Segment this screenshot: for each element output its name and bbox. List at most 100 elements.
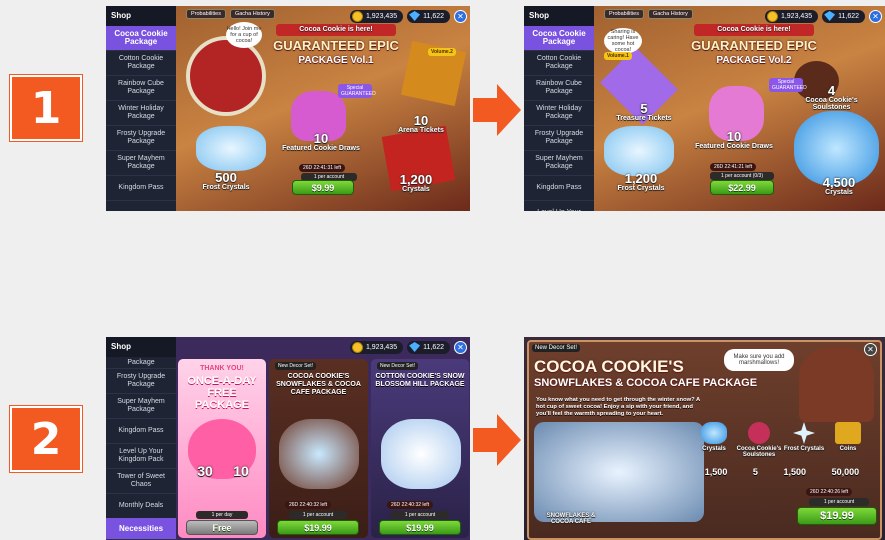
crystal-icon [409,11,421,21]
sidebar-item-package[interactable]: Package [106,357,176,369]
free-purchase-limit: 1 per day [196,511,248,519]
close-icon[interactable]: ✕ [454,340,467,354]
close-icon[interactable]: ✕ [869,9,882,23]
package-subtitle: PACKAGE Vol.1 [298,55,374,66]
coin-counter: 1,923,435 [349,9,404,23]
free-package-card[interactable]: THANK YOU! ONCE-A-DAY FREE PACKAGE 30 10… [178,359,266,538]
crystal-icon [409,342,421,352]
sidebar-item-rainbow-cube-package[interactable]: Rainbow Cube Package [524,76,594,101]
snowflake-icon [793,422,815,444]
sidebar-item-super-mayhem-package[interactable]: Super Mayhem Package [106,394,176,419]
probabilities-tab[interactable]: Probabilities [186,9,226,19]
volume-switch-button[interactable]: Volume.2 [428,48,456,56]
reward-cookie-draws: 10 Featured Cookie Draws [695,129,773,150]
rewards-row: Crystals Cocoa Cookie's Soulstones Frost… [692,422,870,472]
sidebar-item-frosty-upgrade-package[interactable]: Frosty Upgrade Package [524,126,594,151]
gacha-history-tab[interactable]: Gacha History [647,9,693,19]
free-package-title: ONCE-A-DAY FREE PACKAGE [187,375,257,411]
buy-button[interactable]: $22.99 [710,180,774,195]
reward-crystals: 1,200 Crystals [399,172,433,193]
step-number-2: 2 [10,406,82,472]
crystal-amount: 11,622 [423,12,444,20]
promo-ribbon: Cocoa Cookie is here! [276,24,396,36]
speech-bubble: Sharing is caring! Have some hot cocoa! [604,28,642,54]
close-icon[interactable]: ✕ [864,343,877,356]
popup-description: You know what you need to get through th… [536,397,701,417]
buy-button[interactable]: $9.99 [292,180,354,195]
reward-cookie-draws: 10 Featured Cookie Draws [282,131,360,152]
timer-badge: 26D 22:40:32 left [285,501,332,509]
reward-frost-crystals: Frost Crystals [782,422,826,452]
sidebar-item-rainbow-cube-package[interactable]: Rainbow Cube Package [106,76,176,101]
sidebar-item-cocoa-cookie-package[interactable]: Cocoa Cookie Package [524,26,594,51]
buy-button[interactable]: $19.99 [379,520,461,535]
currency-bar: 1,923,435 11,622 ✕ [764,9,882,23]
frost-crystals-art [604,126,674,176]
sidebar-item-winter-holiday-package[interactable]: Winter Holiday Package [106,101,176,126]
sidebar-item-kingdom-pass[interactable]: Kingdom Pass [106,419,176,444]
crystal-counter: 11,622 [822,9,865,23]
purchase-limit: 1 per account [289,511,347,519]
sidebar-item-super-mayhem-package[interactable]: Super Mayhem Package [106,151,176,176]
coins-value: 50,000 [831,467,860,477]
reward-crystals: Crystals [692,422,736,452]
reward-treasure-tickets: 5 Treasure Tickets [616,101,672,122]
timer-badge: 26D 22:40:26 left [806,488,853,496]
sidebar-item-super-mayhem-package[interactable]: Super Mayhem Package [524,151,594,176]
new-decor-badge: New Decor Set! [377,362,419,370]
sidebar-item-kingdom-pass[interactable]: Kingdom Pass [106,176,176,201]
popup-subtitle: SNOWFLAKES & COCOA CAFE PACKAGE [534,377,758,389]
probabilities-tab[interactable]: Probabilities [604,9,644,19]
buy-button[interactable]: $19.99 [797,507,877,525]
crystal-counter: 11,622 [407,9,450,23]
reward-soulstones: 4 Cocoa Cookie's Soulstones [805,83,858,111]
coin-icon [766,10,778,22]
sidebar-item-necessities[interactable]: Necessities [106,518,176,540]
coin-icon [351,10,363,22]
sidebar-item-tower-of-sweet-chaos[interactable]: Tower of Sweet Chaos [106,469,176,494]
reward-crystals: 4,500 Crystals [822,175,856,196]
cotton-decor-card[interactable]: New Decor Set! COTTON COOKIE'S SNOW BLOS… [371,359,469,538]
sidebar-item-level-up-kingdom-pack[interactable]: Level Up Your Kingdom Pack [106,444,176,469]
crystal-icon [824,11,836,21]
new-decor-badge: New Decor Set! [532,344,581,352]
purchase-limit: 1 per account [809,498,869,506]
shop-sidebar: Shop Cocoa Cookie Package Cotton Cookie … [524,6,594,211]
crystals-icon [701,422,727,444]
coin-amount: 1,923,435 [365,343,398,351]
speech-bubble: Hello! Join me for a cup of cocoa! [226,22,262,48]
sidebar-item-winter-holiday-package[interactable]: Winter Holiday Package [524,101,594,126]
sidebar-item-monthly-deals[interactable]: Monthly Deals [106,494,176,519]
reward-values: 1,500 5 1,500 50,000 [692,467,872,479]
volume-switch-button[interactable]: Volume.1 [604,52,632,60]
sidebar-item-frosty-upgrade-package[interactable]: Frosty Upgrade Package [106,369,176,394]
currency-bar: 1,923,435 11,622 ✕ [349,9,467,23]
shop-tabs: Probabilities Gacha History [604,9,693,19]
crystal-amount: 11,622 [838,12,859,20]
buy-button[interactable]: $19.99 [277,520,359,535]
cocoa-cookie-art [799,347,874,422]
cocoa-decor-card[interactable]: New Decor Set! COCOA COOKIE'S SNOWFLAKES… [269,359,368,538]
gacha-history-tab[interactable]: Gacha History [229,9,275,19]
free-clovers-amount: 10 [233,463,249,479]
reward-soulstones: Cocoa Cookie's Soulstones [736,422,782,458]
free-claim-button[interactable]: Free [186,520,258,535]
soulstone-icon [748,422,770,444]
shop-screen-decor: Shop Package Frosty Upgrade Package Supe… [106,337,470,540]
coin-amount: 1,923,435 [780,12,813,20]
sidebar-item-cocoa-cookie-package[interactable]: Cocoa Cookie Package [106,26,176,51]
promo-ribbon: Cocoa Cookie is here! [694,24,814,36]
shop-sidebar: Shop Package Frosty Upgrade Package Supe… [106,337,176,540]
reward-frost-crystals: 1,200 Frost Crystals [617,171,665,192]
sidebar-item-frosty-upgrade-package[interactable]: Frosty Upgrade Package [106,126,176,151]
currency-bar: 1,923,435 11,622 ✕ [349,340,467,354]
sidebar-item-level-up[interactable]: Level Up Your [524,201,594,211]
close-icon[interactable]: ✕ [454,9,467,23]
crystal-counter: 11,622 [407,340,450,354]
shop-sidebar: Shop Cocoa Cookie Package Cotton Cookie … [106,6,176,211]
shop-title: Shop [106,337,176,357]
purchase-limit: 1 per account [391,511,449,519]
sidebar-item-cotton-cookie-package[interactable]: Cotton Cookie Package [106,51,176,76]
sidebar-item-cotton-cookie-package[interactable]: Cotton Cookie Package [524,51,594,76]
sidebar-item-kingdom-pass[interactable]: Kingdom Pass [524,176,594,201]
